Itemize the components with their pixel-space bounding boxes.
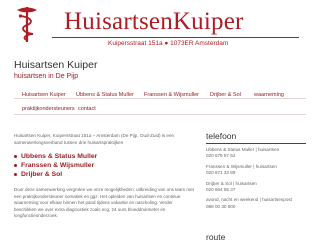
logo-name-part1: Huisartsen [64,8,173,35]
nav-item-praktijkondersteuners[interactable]: praktijkondersteuners [22,106,75,112]
site-subtitle: huisartsen in De Pijp [14,73,79,80]
body-text: Door deze samenwerking vergroten we onze… [14,187,194,219]
nav-divider-bottom [14,114,306,115]
phone-number[interactable]: 088 00 30 600 [206,204,306,210]
sidebar-heading-telefoon: telefoon [206,131,237,141]
sidebar-heading-route: route [206,232,226,242]
sidebar-rule [206,143,306,144]
practice-list: Ubbens & Status Muller Franssen & Wijsmu… [14,152,184,179]
intro-text: Huisartsen Kuiper, Kuipersstraat 151a – … [14,133,175,145]
sidebar-phone: telefoon Ubbens & Status Muller | huisar… [206,131,306,210]
logo-wordmark: HuisartsenKuiper [64,8,244,36]
nav-divider [14,98,306,99]
logo-address: Kuipersstraat 151a ● 1073ER Amsterdam [108,40,229,47]
main-navigation: Huisartsen Kuiper Ubbens & Status Muller… [14,89,306,119]
logo-rule [52,37,299,38]
phone-label: avond, nacht en weekend | huisartsenpost [206,197,292,203]
practice-link-franssen-wijsmuller[interactable]: Franssen & Wijsmuller [14,161,184,170]
site-logo[interactable]: HuisartsenKuiper Kuipersstraat 151a ● 10… [0,0,320,50]
logo-name-part2: Kuiper [172,8,244,35]
practice-link-ubbens-status-muller[interactable]: Ubbens & Status Muller [14,152,184,161]
caduceus-icon [17,7,37,42]
practice-link-drijber-sol[interactable]: Drijber & Sol [14,170,184,179]
nav-item-contact[interactable]: contact [78,106,96,112]
site-title[interactable]: Huisartsen Kuiper [14,59,97,71]
